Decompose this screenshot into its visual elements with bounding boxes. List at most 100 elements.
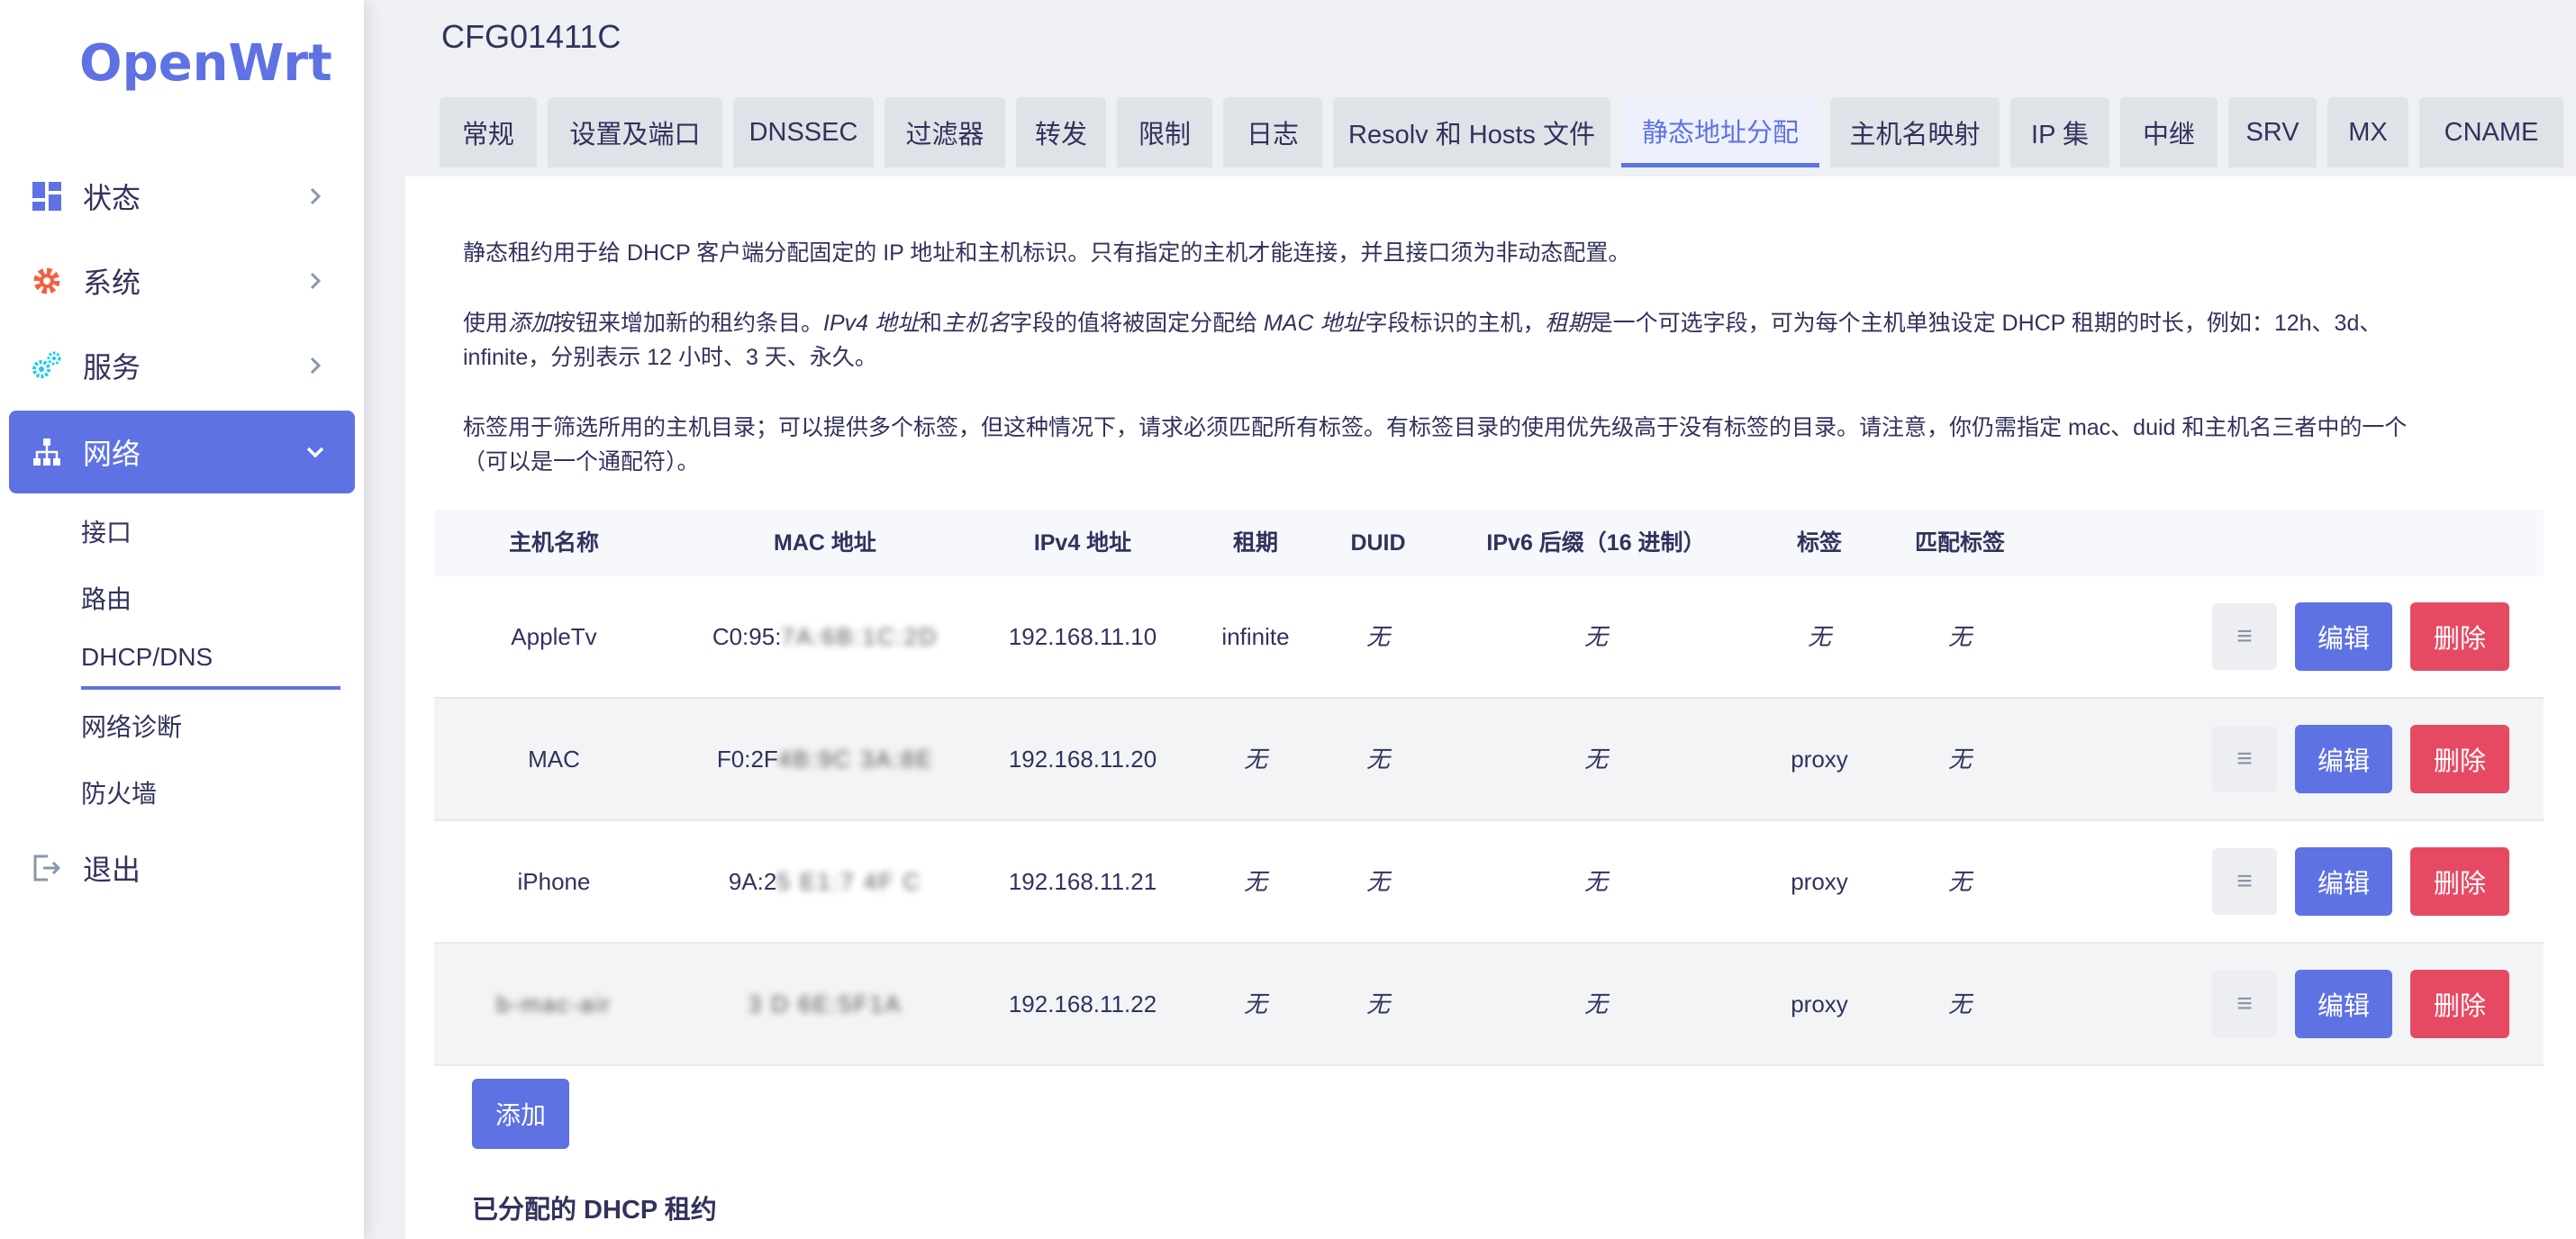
tab-forward[interactable]: 转发: [1016, 97, 1106, 167]
tab-filters[interactable]: 过滤器: [884, 97, 1005, 167]
logout-icon: [31, 852, 63, 884]
cell-lease: infinite: [1221, 623, 1290, 650]
cell-tag: proxy: [1791, 990, 1848, 1017]
delete-button[interactable]: 删除: [2410, 970, 2509, 1038]
delete-button[interactable]: 删除: [2410, 847, 2509, 916]
redacted-text: 5 E1:7 4F C: [776, 868, 922, 895]
sidebar-item-logout[interactable]: 退出: [9, 827, 355, 909]
tab-resolv-hosts[interactable]: Resolv 和 Hosts 文件: [1333, 97, 1610, 167]
chevron-right-icon: [310, 187, 322, 205]
header-hostname: 主机名称: [508, 530, 600, 556]
cell-duid: 无: [1365, 623, 1391, 650]
tab-srv[interactable]: SRV: [2228, 97, 2317, 167]
sidebar-subitem-firewall[interactable]: 防火墙: [81, 774, 157, 810]
sidebar-item-system[interactable]: 系统: [9, 240, 355, 322]
cell-duid: 无: [1365, 746, 1391, 773]
cell-match-tag: 无: [1947, 746, 1973, 773]
sidebar-subitem-diagnostics[interactable]: 网络诊断: [81, 708, 182, 744]
cell-duid: 无: [1365, 868, 1391, 895]
chevron-right-icon: [310, 272, 322, 290]
header-mac: MAC 地址: [774, 530, 876, 556]
header-ipv4: IPv4 地址: [1033, 530, 1132, 556]
table-row: b-mac-air 3 D 6E:5F1A 192.168.11.22 无 无 …: [434, 944, 2544, 1066]
drag-handle-button[interactable]: ≡: [2212, 971, 2277, 1037]
header-ipv6-suffix: IPv6 后缀（16 进制）: [1486, 530, 1706, 556]
cogs-icon: [31, 349, 63, 382]
chevron-right-icon: [310, 357, 322, 375]
cell-mac: C0:95:7A:6B:1C:2D: [712, 623, 939, 650]
cell-lease: 无: [1243, 990, 1268, 1017]
tab-relay[interactable]: 中继: [2120, 97, 2218, 167]
delete-button[interactable]: 删除: [2410, 725, 2509, 793]
edit-button[interactable]: 编辑: [2295, 847, 2392, 916]
tab-dnssec[interactable]: DNSSEC: [733, 97, 874, 167]
table-header: 主机名称 MAC 地址 IPv4 地址 租期 DUID IPv6 后缀（16 进…: [434, 510, 2544, 578]
chevron-down-icon: [306, 447, 324, 458]
header-duid: DUID: [1350, 530, 1406, 556]
header-lease: 租期: [1232, 530, 1279, 556]
redacted-text: 7A:6B:1C:2D: [781, 623, 939, 650]
cell-mac: 3 D 6E:5F1A: [748, 944, 903, 1064]
drag-handle-button[interactable]: ≡: [2212, 848, 2277, 915]
openwrt-logo[interactable]: OpenWrt: [79, 34, 332, 93]
sidebar-item-label: 系统: [83, 267, 141, 299]
cell-match-tag: 无: [1947, 868, 1973, 895]
cell-ipv6: 无: [1583, 746, 1609, 773]
sidebar-subitem-routes[interactable]: 路由: [81, 580, 132, 616]
cell-ipv6: 无: [1583, 990, 1609, 1017]
tab-logs[interactable]: 日志: [1223, 97, 1322, 167]
tab-hostnames[interactable]: 主机名映射: [1830, 97, 2000, 167]
cell-mac: 9A:25 E1:7 4F C: [728, 868, 922, 895]
cell-ipv4: 192.168.11.22: [1008, 990, 1157, 1017]
tab-settings-ports[interactable]: 设置及端口: [548, 97, 722, 167]
sidebar-item-label: 网络: [83, 438, 141, 470]
assigned-leases-heading: 已分配的 DHCP 租约: [472, 1196, 717, 1225]
active-subitem-underline: [81, 686, 340, 690]
cell-tag: 无: [1807, 623, 1832, 650]
cell-lease: 无: [1243, 868, 1268, 895]
table-row: MAC F0:2F4B:9C 3A:8E 192.168.11.20 无 无 无…: [434, 699, 2544, 821]
sidebar-item-network[interactable]: 网络: [9, 411, 355, 493]
description-paragraph-1: 静态租约用于给 DHCP 客户端分配固定的 IP 地址和主机标识。只有指定的主机…: [463, 240, 1631, 266]
cell-tag: proxy: [1791, 868, 1848, 895]
cell-duid: 无: [1365, 990, 1391, 1017]
main-content: CFG01411C 常规 设置及端口 DNSSEC 过滤器 转发 限制 日志 R…: [405, 0, 2576, 1239]
table-row: AppleTv C0:95:7A:6B:1C:2D 192.168.11.10 …: [434, 576, 2544, 699]
cell-ipv6: 无: [1583, 868, 1609, 895]
cell-ipv4: 192.168.11.21: [1008, 868, 1157, 895]
drag-handle-button[interactable]: ≡: [2212, 603, 2277, 670]
drag-handle-button[interactable]: ≡: [2212, 726, 2277, 792]
edit-button[interactable]: 编辑: [2295, 602, 2392, 671]
sidebar-subitem-interfaces[interactable]: 接口: [81, 513, 132, 549]
tab-limits[interactable]: 限制: [1117, 97, 1212, 167]
tab-general[interactable]: 常规: [440, 97, 537, 167]
static-leases-panel: 静态租约用于给 DHCP 客户端分配固定的 IP 地址和主机标识。只有指定的主机…: [405, 176, 2576, 1239]
page-title: CFG01411C: [441, 18, 621, 55]
delete-button[interactable]: 删除: [2410, 602, 2509, 671]
add-button[interactable]: 添加: [472, 1079, 569, 1149]
dashboard-icon: [31, 180, 63, 213]
sidebar-item-label: 状态: [83, 182, 141, 214]
sidebar-subitem-dhcp-dns[interactable]: DHCP/DNS: [81, 643, 213, 672]
cell-ipv4: 192.168.11.10: [1008, 623, 1157, 650]
cell-match-tag: 无: [1947, 990, 1973, 1017]
sidebar-item-status[interactable]: 状态: [9, 155, 355, 238]
redacted-text: 4B:9C 3A:8E: [777, 746, 934, 773]
tab-cname[interactable]: CNAME: [2419, 97, 2563, 167]
sidebar-item-label: 退出: [83, 854, 141, 886]
tab-mx[interactable]: MX: [2327, 97, 2408, 167]
edit-button[interactable]: 编辑: [2295, 725, 2392, 793]
tab-static-leases[interactable]: 静态地址分配: [1621, 97, 1819, 167]
cell-lease: 无: [1243, 746, 1268, 773]
cell-hostname: iPhone: [517, 868, 591, 895]
edit-button[interactable]: 编辑: [2295, 970, 2392, 1038]
cell-tag: proxy: [1791, 746, 1848, 773]
cell-ipv4: 192.168.11.20: [1008, 746, 1157, 773]
sidebar-item-label: 服务: [83, 351, 141, 384]
header-match-tag: 匹配标签: [1914, 530, 2006, 556]
sidebar: OpenWrt 状态 系统 服务 网络 接口 路由 DHCP/DNS 网络诊断 …: [0, 0, 364, 1239]
sidebar-item-services[interactable]: 服务: [9, 324, 355, 407]
description-paragraph-2: 使用添加按钮来增加新的租约条目。IPv4 地址和主机名字段的值将被固定分配给 M…: [463, 311, 2382, 370]
tab-ipsets[interactable]: IP 集: [2010, 97, 2109, 167]
network-icon: [31, 436, 63, 468]
